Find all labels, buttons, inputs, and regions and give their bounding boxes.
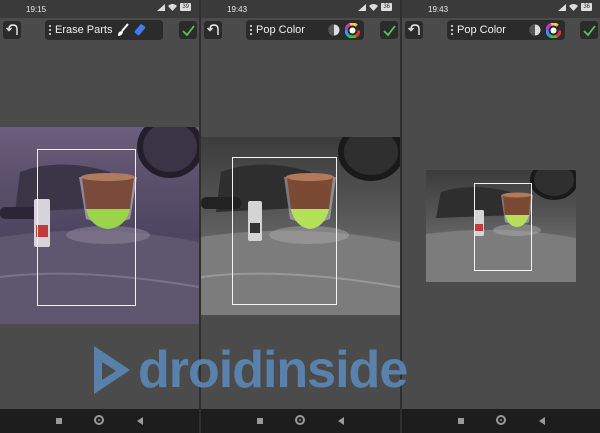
status-time: 19:15 — [26, 5, 47, 14]
check-icon — [382, 24, 396, 36]
back-icon[interactable] — [338, 417, 344, 425]
droidinside-logo-icon — [94, 346, 130, 394]
home-icon[interactable] — [496, 415, 506, 425]
home-icon[interactable] — [94, 415, 104, 425]
editor-toolbar: Pop Color — [201, 18, 400, 46]
status-icons: 36 — [558, 3, 592, 11]
back-icon[interactable] — [137, 417, 143, 425]
menu-kebab-icon[interactable] — [250, 25, 252, 35]
brush-icon[interactable] — [116, 23, 130, 37]
tone-icon[interactable] — [327, 23, 341, 37]
signal-icon — [558, 3, 567, 11]
status-icons: 39 — [157, 3, 191, 11]
android-nav-bar — [402, 409, 600, 433]
undo-button[interactable] — [204, 21, 222, 39]
tool-selector[interactable]: Pop Color — [447, 20, 565, 40]
check-icon — [582, 24, 596, 36]
tool-selector[interactable]: Pop Color — [246, 20, 364, 40]
status-bar: 19:15 39 — [0, 0, 199, 18]
home-icon[interactable] — [295, 415, 305, 425]
editor-toolbar: Pop Color — [402, 18, 600, 46]
tool-selector[interactable]: Erase Parts — [45, 20, 163, 40]
status-time: 19:43 — [428, 5, 449, 14]
recents-icon[interactable] — [458, 418, 464, 424]
tone-icon[interactable] — [528, 23, 542, 37]
check-icon — [181, 24, 195, 36]
photo-canvas[interactable] — [0, 127, 199, 324]
menu-kebab-icon[interactable] — [49, 25, 51, 35]
status-icons: 36 — [358, 3, 392, 11]
status-bar: 19:43 36 — [402, 0, 600, 18]
signal-icon — [157, 3, 166, 11]
photo-canvas[interactable] — [426, 170, 576, 282]
editor-toolbar: Erase Parts — [0, 18, 199, 46]
status-bar: 19:43 36 — [201, 0, 400, 18]
watermark: droidinside — [88, 340, 488, 400]
eraser-icon[interactable] — [134, 23, 148, 37]
apply-button[interactable] — [580, 21, 598, 39]
undo-icon — [207, 24, 219, 35]
undo-button[interactable] — [405, 21, 423, 39]
android-nav-bar — [201, 409, 400, 433]
tool-label: Pop Color — [256, 24, 305, 36]
color-wheel-icon[interactable] — [546, 22, 561, 38]
undo-icon — [408, 24, 420, 35]
apply-button[interactable] — [380, 21, 398, 39]
undo-button[interactable] — [3, 21, 21, 39]
status-time: 19:43 — [227, 5, 248, 14]
android-nav-bar — [0, 409, 199, 433]
wifi-icon — [369, 3, 379, 11]
signal-icon — [358, 3, 367, 11]
selection-box[interactable] — [37, 149, 136, 306]
watermark-text: droidinside — [138, 341, 408, 399]
recents-icon[interactable] — [56, 418, 62, 424]
tool-label: Pop Color — [457, 24, 506, 36]
tool-label: Erase Parts — [55, 24, 113, 36]
color-wheel-icon[interactable] — [345, 22, 360, 38]
battery-icon: 39 — [180, 3, 191, 11]
selection-box[interactable] — [232, 157, 337, 305]
back-icon[interactable] — [539, 417, 545, 425]
undo-icon — [6, 24, 18, 35]
battery-icon: 36 — [581, 3, 592, 11]
photo-canvas[interactable] — [201, 137, 400, 315]
recents-icon[interactable] — [257, 418, 263, 424]
wifi-icon — [569, 3, 579, 11]
battery-icon: 36 — [381, 3, 392, 11]
menu-kebab-icon[interactable] — [451, 25, 453, 35]
wifi-icon — [168, 3, 178, 11]
selection-box[interactable] — [474, 183, 532, 271]
apply-button[interactable] — [179, 21, 197, 39]
